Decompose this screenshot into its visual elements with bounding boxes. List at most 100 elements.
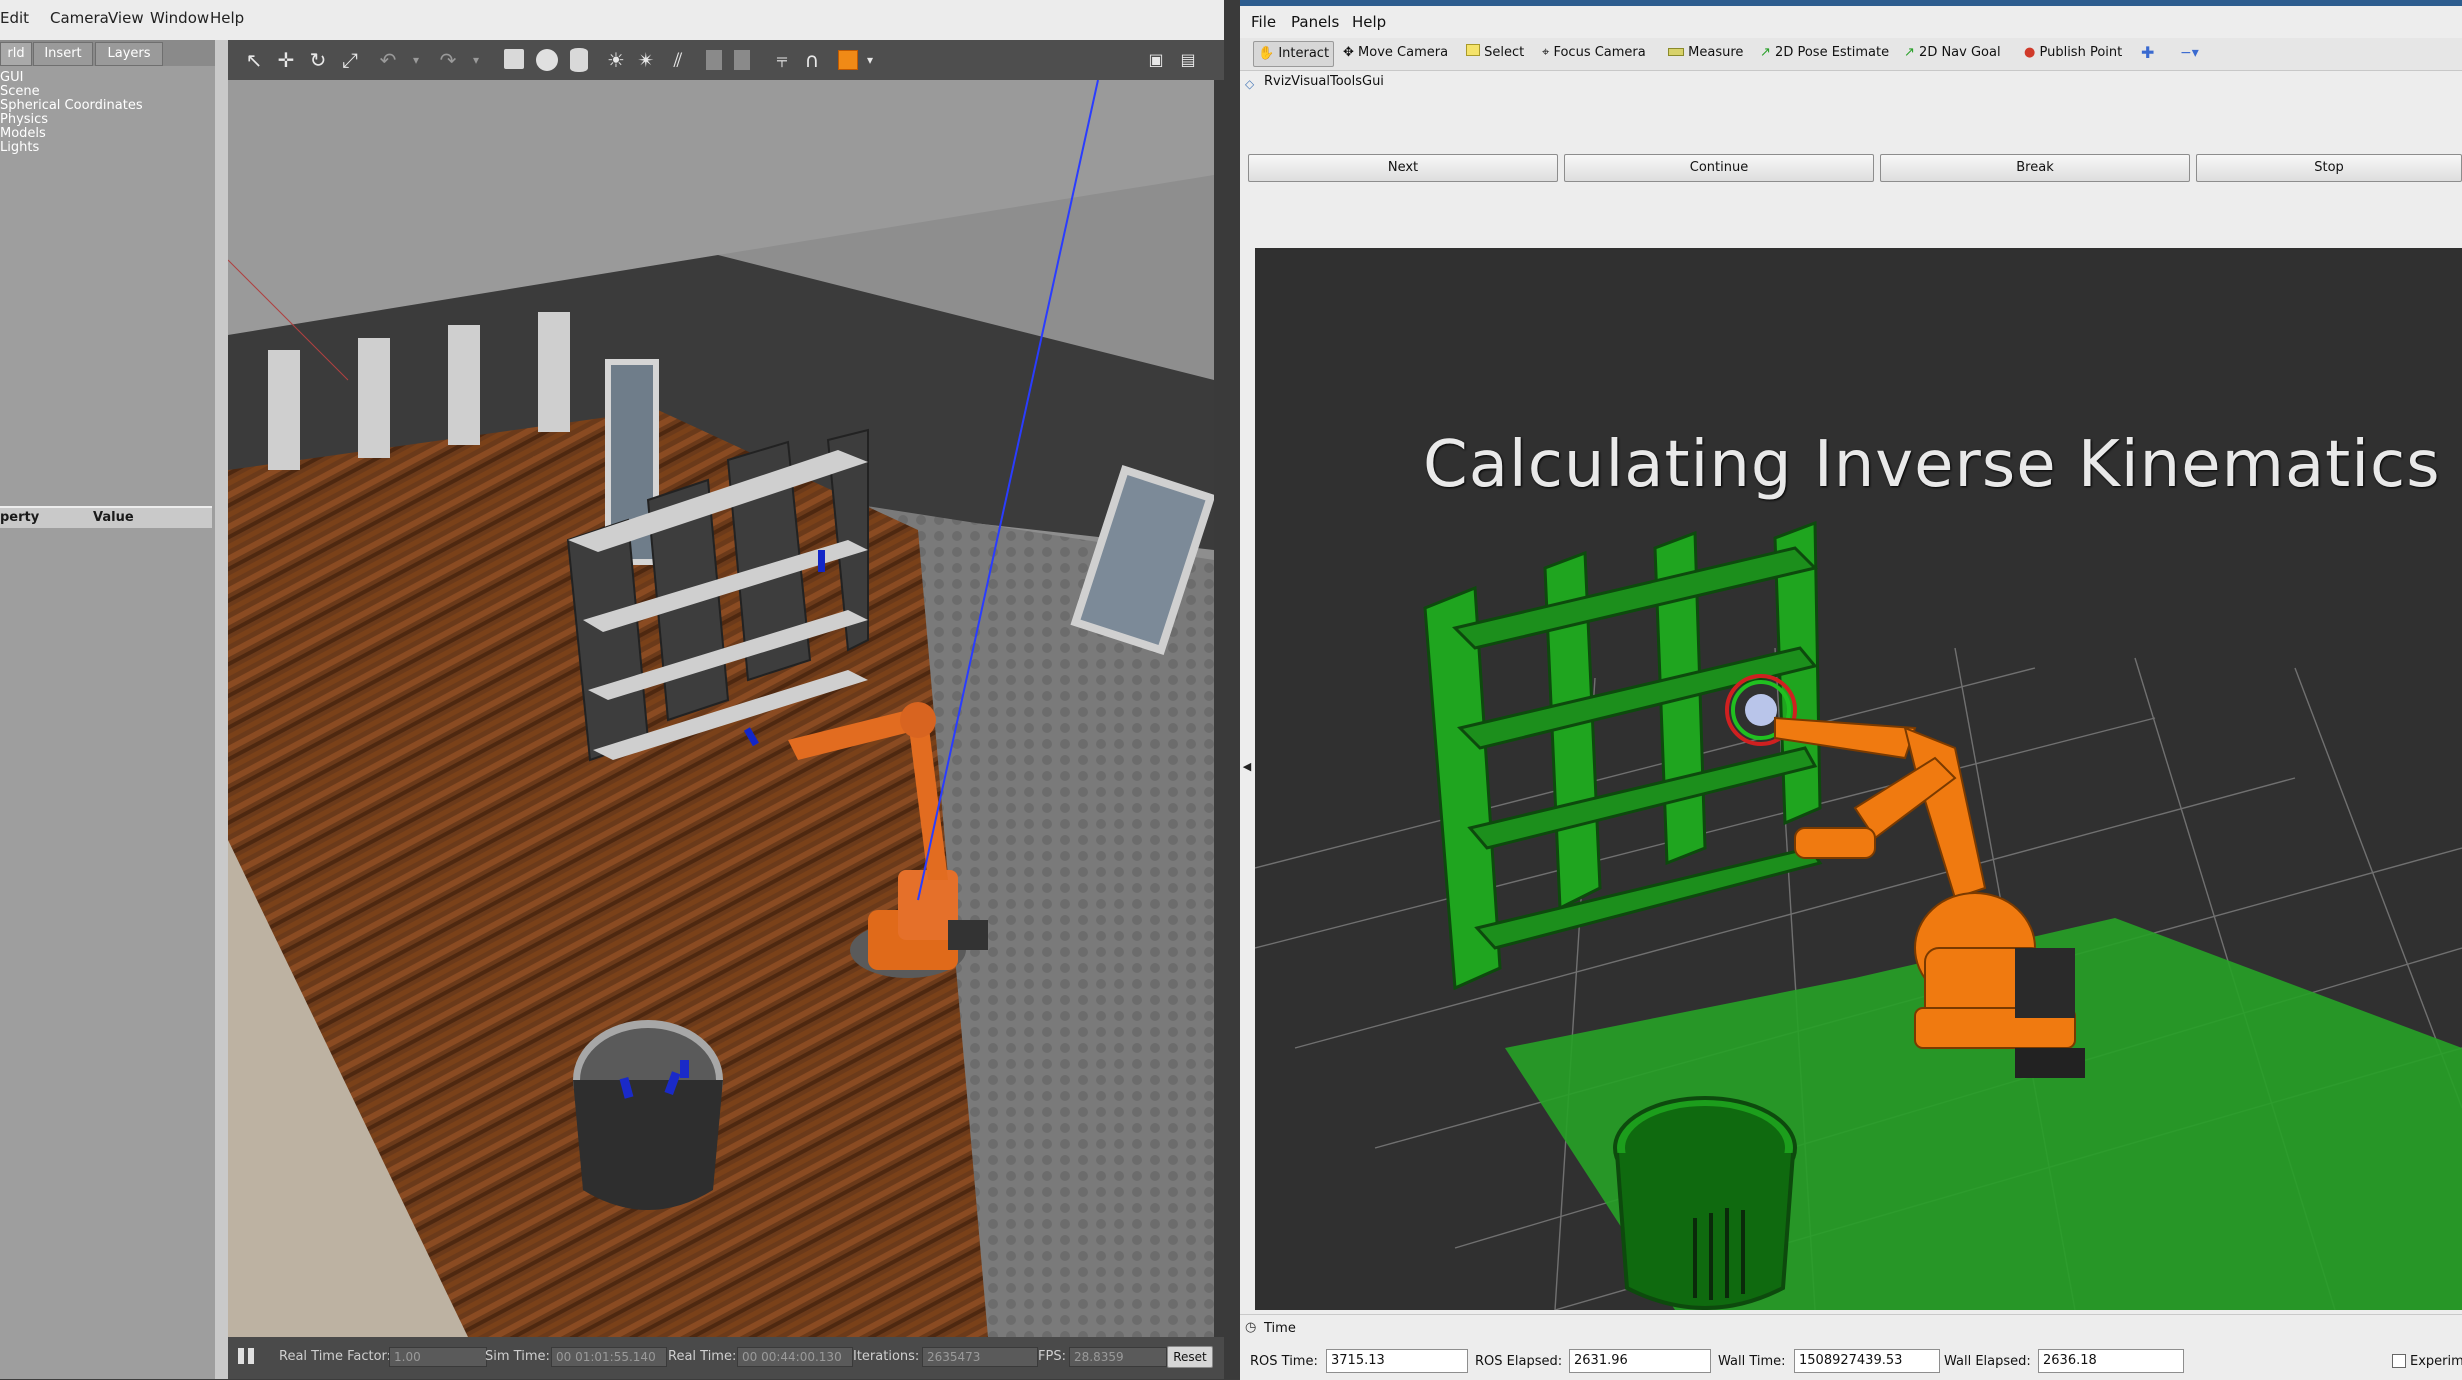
tab-layers[interactable]: Layers [95, 42, 163, 66]
tree-item-models[interactable]: Models [0, 127, 46, 141]
tool-select-label: Select [1484, 45, 1525, 60]
reset-button[interactable]: Reset [1167, 1346, 1213, 1368]
world-panel [0, 40, 215, 1379]
iterations-label: Iterations: [853, 1349, 920, 1364]
hand-icon: ✋ [1258, 46, 1275, 61]
rviz-menubar: File Panels Help [1240, 6, 2462, 38]
panel-title: RvizVisualToolsGui [1264, 74, 1384, 89]
window-divider [1224, 0, 1240, 1379]
tool-2d-pose-estimate-label: 2D Pose Estimate [1775, 45, 1890, 60]
undo-icon[interactable]: ↶ [376, 48, 400, 72]
nav-goal-arrow-icon: ↗ [1904, 45, 1915, 60]
cylinder-icon[interactable] [570, 48, 588, 72]
menu-panels[interactable]: Panels [1291, 13, 1339, 31]
map-pin-icon: ● [2024, 45, 2036, 60]
box-icon[interactable] [504, 49, 524, 69]
color-dropdown-icon[interactable]: ▾ [858, 48, 882, 72]
ros-elapsed-field: 2631.96 [1569, 1349, 1711, 1373]
translate-icon[interactable]: ✛ [274, 48, 298, 72]
color-icon[interactable] [838, 50, 858, 70]
focus-camera-icon: ⌖ [1542, 45, 1550, 60]
menu-edit[interactable]: Edit [0, 9, 29, 27]
break-button[interactable]: Break [1880, 154, 2190, 182]
iterations-value: 2635473 [922, 1347, 1038, 1367]
point-light-icon[interactable]: ☀ [604, 48, 628, 72]
tool-measure[interactable]: Measure [1664, 41, 1747, 65]
select-icon [1466, 44, 1480, 56]
experimental-checkbox[interactable] [2392, 1354, 2406, 1368]
panel-splitter[interactable] [215, 40, 228, 1379]
align-icon[interactable]: ⫧ [770, 48, 794, 72]
next-button[interactable]: Next [1248, 154, 1558, 182]
paste-icon[interactable] [734, 50, 750, 70]
menu-view[interactable]: View [108, 9, 144, 27]
gazebo-menubar: Edit Camera View Window Help [0, 0, 1224, 41]
tool-2d-pose-estimate[interactable]: ↗ 2D Pose Estimate [1756, 41, 1893, 65]
panel-diamond-icon: ◇ [1245, 77, 1255, 91]
menu-help[interactable]: Help [1352, 13, 1386, 31]
clock-icon: ◷ [1245, 1320, 1257, 1335]
sim-time-label: Sim Time: [485, 1349, 550, 1364]
wall-time-label: Wall Time: [1718, 1354, 1786, 1369]
menu-help[interactable]: Help [210, 9, 244, 27]
property-column-header: perty [0, 510, 40, 525]
add-tool-icon[interactable]: ✚ [2137, 41, 2158, 65]
rotate-icon[interactable]: ↻ [306, 48, 330, 72]
stop-button[interactable]: Stop [2196, 154, 2462, 182]
tab-insert[interactable]: Insert [33, 42, 93, 66]
redo-dropdown-icon[interactable]: ▾ [464, 48, 488, 72]
tool-move-camera-label: Move Camera [1358, 45, 1449, 60]
tool-2d-nav-goal-label: 2D Nav Goal [1919, 45, 2001, 60]
ros-elapsed-label: ROS Elapsed: [1475, 1354, 1563, 1369]
real-time-factor-value: 1.00 [389, 1347, 487, 1367]
rviz-3d-viewport[interactable]: Calculating Inverse Kinematics [1255, 248, 2462, 1310]
tool-select[interactable]: Select [1462, 41, 1528, 65]
pause-icon-bar [248, 1348, 254, 1364]
ros-time-field: 3715.13 [1326, 1349, 1468, 1373]
viewport-scrollbar[interactable] [1214, 80, 1224, 1337]
ros-time-label: ROS Time: [1250, 1354, 1318, 1369]
select-arrow-icon[interactable]: ↖ [242, 48, 266, 72]
tree-item-spherical-coordinates[interactable]: Spherical Coordinates [0, 99, 143, 113]
tool-interact-label: Interact [1278, 46, 1330, 61]
tree-item-lights[interactable]: Lights [0, 141, 39, 155]
tab-world[interactable]: rld [0, 42, 32, 66]
spot-light-icon[interactable]: ✴ [634, 48, 658, 72]
copy-icon[interactable] [706, 50, 722, 70]
menu-camera[interactable]: Camera [50, 9, 109, 27]
snap-icon[interactable]: ∩ [800, 48, 824, 72]
tool-focus-camera[interactable]: ⌖ Focus Camera [1538, 41, 1650, 65]
gazebo-scene-render [228, 80, 1214, 1337]
gazebo-3d-viewport[interactable] [228, 80, 1214, 1337]
scale-icon[interactable]: ⤢ [338, 48, 362, 72]
tool-2d-nav-goal[interactable]: ↗ 2D Nav Goal [1900, 41, 2005, 65]
tree-item-physics[interactable]: Physics [0, 113, 48, 127]
directional-light-icon[interactable]: ⫽ [666, 48, 690, 72]
real-time-value: 00 00:44:00.130 [737, 1347, 853, 1367]
sim-time-value: 00 01:01:55.140 [551, 1347, 667, 1367]
menu-file[interactable]: File [1251, 13, 1276, 31]
tool-focus-camera-label: Focus Camera [1553, 45, 1646, 60]
wall-elapsed-field: 2636.18 [2038, 1349, 2184, 1373]
sphere-icon[interactable] [536, 49, 558, 71]
pause-icon[interactable] [238, 1348, 244, 1364]
tree-item-gui[interactable]: GUI [0, 71, 23, 85]
ik-overlay-text: Calculating Inverse Kinematics [1423, 428, 2441, 502]
redo-icon[interactable]: ↷ [436, 48, 460, 72]
collapse-panel-icon[interactable]: ◀ [1240, 760, 1254, 800]
remove-tool-icon[interactable]: −▾ [2176, 41, 2203, 65]
tool-interact[interactable]: ✋ Interact [1253, 41, 1335, 67]
tree-item-scene[interactable]: Scene [0, 85, 40, 99]
rviz-scene-render [1255, 520, 2462, 1310]
undo-dropdown-icon[interactable]: ▾ [404, 48, 428, 72]
tool-publish-point[interactable]: ● Publish Point [2020, 41, 2126, 65]
continue-button[interactable]: Continue [1564, 154, 1874, 182]
menu-window[interactable]: Window [150, 9, 209, 27]
log-icon[interactable]: ▤ [1176, 48, 1200, 72]
tool-publish-point-label: Publish Point [2039, 45, 2123, 60]
screenshot-icon[interactable]: ▣ [1144, 48, 1168, 72]
fps-value: 28.8359 [1069, 1347, 1167, 1367]
tool-move-camera[interactable]: ✥ Move Camera [1339, 41, 1452, 65]
time-panel-title: Time [1264, 1321, 1296, 1336]
real-time-factor-label: Real Time Factor: [279, 1349, 392, 1364]
